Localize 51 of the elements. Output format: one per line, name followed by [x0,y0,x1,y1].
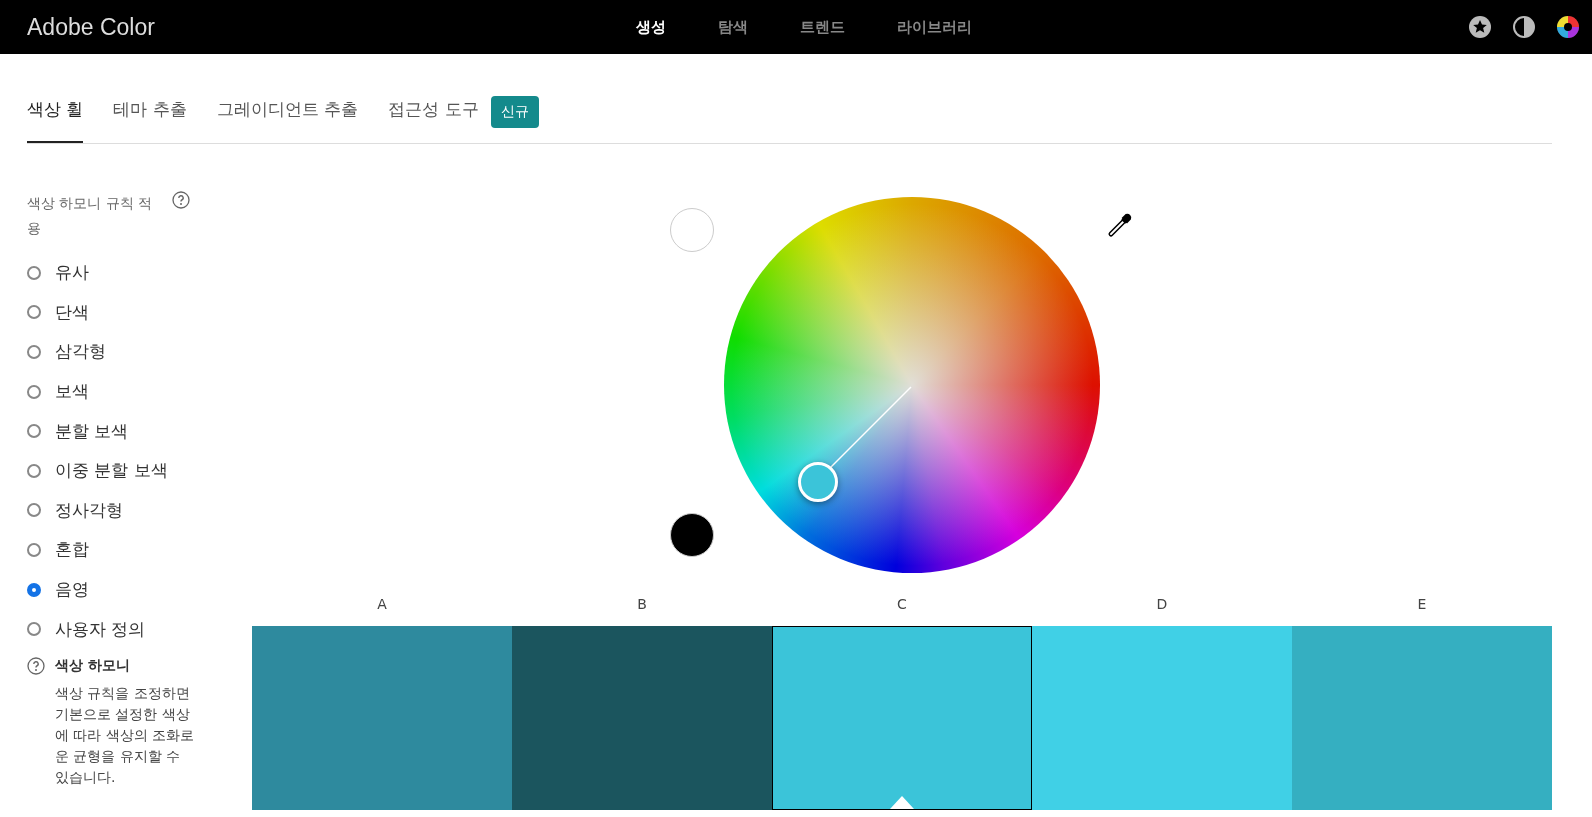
tab[interactable]: 테마 추출 [113,54,187,143]
harmony-rule-title: 색상 하모니 규칙 적용 [27,194,154,238]
radio-icon[interactable] [27,463,41,478]
help-title: 색상 하모니 [55,656,130,675]
radio-option[interactable]: 삼각형 [27,332,252,372]
radio-icon[interactable] [27,503,41,518]
radio-icon[interactable] [27,622,41,637]
nav-link[interactable]: 탐색 [717,17,748,37]
help-icon[interactable] [27,656,45,675]
nav-link[interactable]: 생성 [635,17,666,37]
radio-option[interactable]: 이중 분할 보색 [27,450,252,491]
nav-link[interactable]: 트렌드 [799,17,845,37]
color-swatch[interactable] [1292,626,1552,810]
radio-icon[interactable] [27,582,41,597]
swatch-label: B [636,595,648,612]
nav-link[interactable]: 라이브러리 [896,17,972,37]
radio-icon[interactable] [27,384,41,399]
swatch-label: E [1416,595,1428,612]
help-text: 색상 규칙을 조정하면 기본으로 설정한 색상에 따라 색상의 조화로운 균형을 유지할 수 있습니다. [55,683,196,787]
radio-option[interactable]: 분할 보색 [27,411,252,451]
radio-icon[interactable] [27,345,41,359]
radio-option[interactable]: 정사각형 [27,490,252,531]
radio-icon[interactable] [27,265,41,280]
color-wheel-icon[interactable] [1556,15,1580,39]
help-icon[interactable] [172,191,190,209]
highlight-marker[interactable] [670,208,714,252]
color-handle[interactable] [798,462,838,502]
color-swatch[interactable] [252,626,512,810]
brand-name[interactable]: Adobe Color [27,13,636,41]
color-swatch[interactable] [772,626,1032,810]
radio-option[interactable]: 음영 [27,569,252,610]
radio-icon[interactable] [27,305,41,320]
radio-icon[interactable] [27,424,41,439]
color-swatch[interactable] [1032,626,1292,810]
shadow-marker[interactable] [670,513,714,557]
new-badge: 신규 [490,96,539,128]
radio-option[interactable]: 보색 [27,371,252,412]
theme-toggle-icon[interactable] [1512,15,1536,39]
radio-option[interactable]: 혼합 [27,530,252,570]
color-swatch[interactable] [512,626,772,810]
tab[interactable]: 접근성 도구 [388,54,479,143]
swatch-label: C [896,595,908,612]
tab[interactable]: 색상 휠 [27,54,84,143]
radio-option[interactable]: 유사 [27,253,252,293]
tab[interactable]: 그레이디언트 추출 [216,54,359,143]
triangle-icon [890,796,914,809]
radio-option[interactable]: 단색 [27,292,252,333]
radio-icon[interactable] [27,542,41,557]
radio-option[interactable]: 사용자 정의 [27,609,252,649]
swatch-label: D [1155,595,1169,612]
swatch-label: A [376,595,388,612]
